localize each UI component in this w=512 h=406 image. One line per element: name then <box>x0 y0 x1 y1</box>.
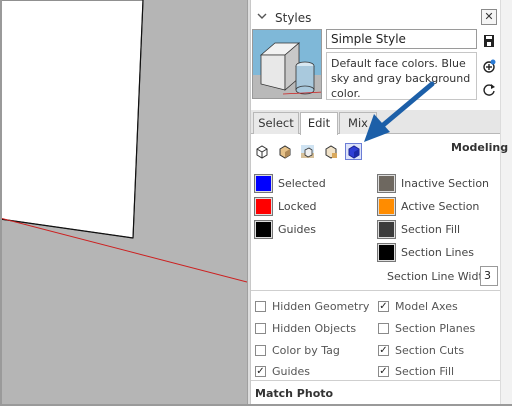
viewport-scene <box>0 0 247 283</box>
section-planes-option[interactable]: Section Planes <box>378 320 475 336</box>
locked-color-row[interactable]: Locked <box>254 196 316 216</box>
guides-color-row[interactable]: Guides <box>254 219 316 239</box>
model-face[interactable] <box>0 0 144 239</box>
hidden-objects-option[interactable]: Hidden Objects <box>255 320 356 336</box>
chevron-down-icon[interactable] <box>255 11 269 25</box>
inactive-section-color-label: Inactive Section <box>401 176 490 190</box>
selected-color-swatch[interactable] <box>254 173 273 193</box>
save-style-icon[interactable] <box>481 34 497 50</box>
styles-tray-header[interactable]: Styles <box>251 8 498 28</box>
inactive-section-color-row[interactable]: Inactive Section <box>377 173 489 193</box>
section-fill-color-row[interactable]: Section Fill <box>377 219 460 239</box>
hidden-geometry-label: Hidden Geometry <box>272 299 370 313</box>
hidden-geometry-option[interactable]: Hidden Geometry <box>255 298 369 314</box>
section-line-width-input[interactable]: 3 <box>480 266 498 286</box>
guides-color-swatch[interactable] <box>254 219 273 239</box>
active-section-color-swatch[interactable] <box>377 196 396 216</box>
section-cuts-checkbox[interactable]: ✓ <box>378 344 389 356</box>
update-style-icon[interactable] <box>481 82 497 98</box>
model-axes-checkbox[interactable]: ✓ <box>378 300 389 312</box>
hidden-geometry-checkbox[interactable] <box>255 300 266 312</box>
style-side-actions <box>481 34 497 106</box>
section-line-width-label: Section Line Width <box>387 270 490 283</box>
section-lines-color-label: Section Lines <box>401 245 475 259</box>
model-viewport[interactable] <box>0 0 247 406</box>
guides-color-label: Guides <box>278 222 317 236</box>
create-style-icon[interactable] <box>481 58 497 74</box>
section-fill-color-swatch[interactable] <box>377 219 396 239</box>
active-section-color-row[interactable]: Active Section <box>377 196 479 216</box>
background-settings-icon[interactable] <box>299 143 316 160</box>
guides-option[interactable]: ✓ Guides <box>255 363 310 379</box>
visibility-options: Hidden Geometry Hidden Objects Color by … <box>251 290 500 380</box>
model-axes-label: Model Axes <box>395 299 458 313</box>
section-fill-option[interactable]: ✓ Section Fill <box>378 363 454 379</box>
guides-checkbox[interactable]: ✓ <box>255 365 266 377</box>
match-photo-section[interactable]: Match Photo <box>251 380 500 406</box>
section-lines-color-row[interactable]: Section Lines <box>377 242 474 262</box>
selected-color-label: Selected <box>278 176 326 190</box>
guides-label: Guides <box>272 364 311 378</box>
model-axes-option[interactable]: ✓ Model Axes <box>378 298 458 314</box>
active-section-color-label: Active Section <box>401 199 480 213</box>
hidden-objects-label: Hidden Objects <box>272 321 357 335</box>
section-cuts-label: Section Cuts <box>395 343 465 357</box>
annotation-arrow <box>364 81 435 142</box>
frame-edge <box>0 0 2 406</box>
section-planes-label: Section Planes <box>395 321 476 335</box>
section-lines-color-swatch[interactable] <box>377 242 396 262</box>
tray-title: Styles <box>275 11 312 25</box>
section-fill-color-label: Section Fill <box>401 222 461 236</box>
face-settings-icon[interactable] <box>276 143 293 160</box>
color-by-tag-checkbox[interactable] <box>255 344 266 356</box>
section-planes-checkbox[interactable] <box>378 322 389 334</box>
locked-color-swatch[interactable] <box>254 196 273 216</box>
color-by-tag-label: Color by Tag <box>272 343 340 357</box>
tab-select[interactable]: Select <box>253 112 299 134</box>
section-fill-checkbox[interactable]: ✓ <box>378 365 389 377</box>
tray-scrollbar[interactable] <box>500 0 512 406</box>
edge-settings-icon[interactable] <box>253 143 270 160</box>
locked-color-label: Locked <box>278 199 317 213</box>
match-photo-label: Match Photo <box>255 387 334 400</box>
modeling-colors: Selected Locked Guides Inactive Section … <box>251 166 500 286</box>
inactive-section-color-swatch[interactable] <box>377 173 396 193</box>
color-by-tag-option[interactable]: Color by Tag <box>255 342 340 358</box>
style-name-field[interactable]: Simple Style <box>326 29 477 49</box>
section-cuts-option[interactable]: ✓ Section Cuts <box>378 342 464 358</box>
toolbar-section-label: Modeling <box>451 141 509 154</box>
selected-color-row[interactable]: Selected <box>254 173 326 193</box>
section-fill-label: Section Fill <box>395 364 455 378</box>
close-icon[interactable]: ✕ <box>481 9 497 25</box>
hidden-objects-checkbox[interactable] <box>255 322 266 334</box>
watermark-settings-icon[interactable] <box>322 143 339 160</box>
tab-edit[interactable]: Edit <box>300 112 338 135</box>
style-thumbnail <box>252 29 322 99</box>
